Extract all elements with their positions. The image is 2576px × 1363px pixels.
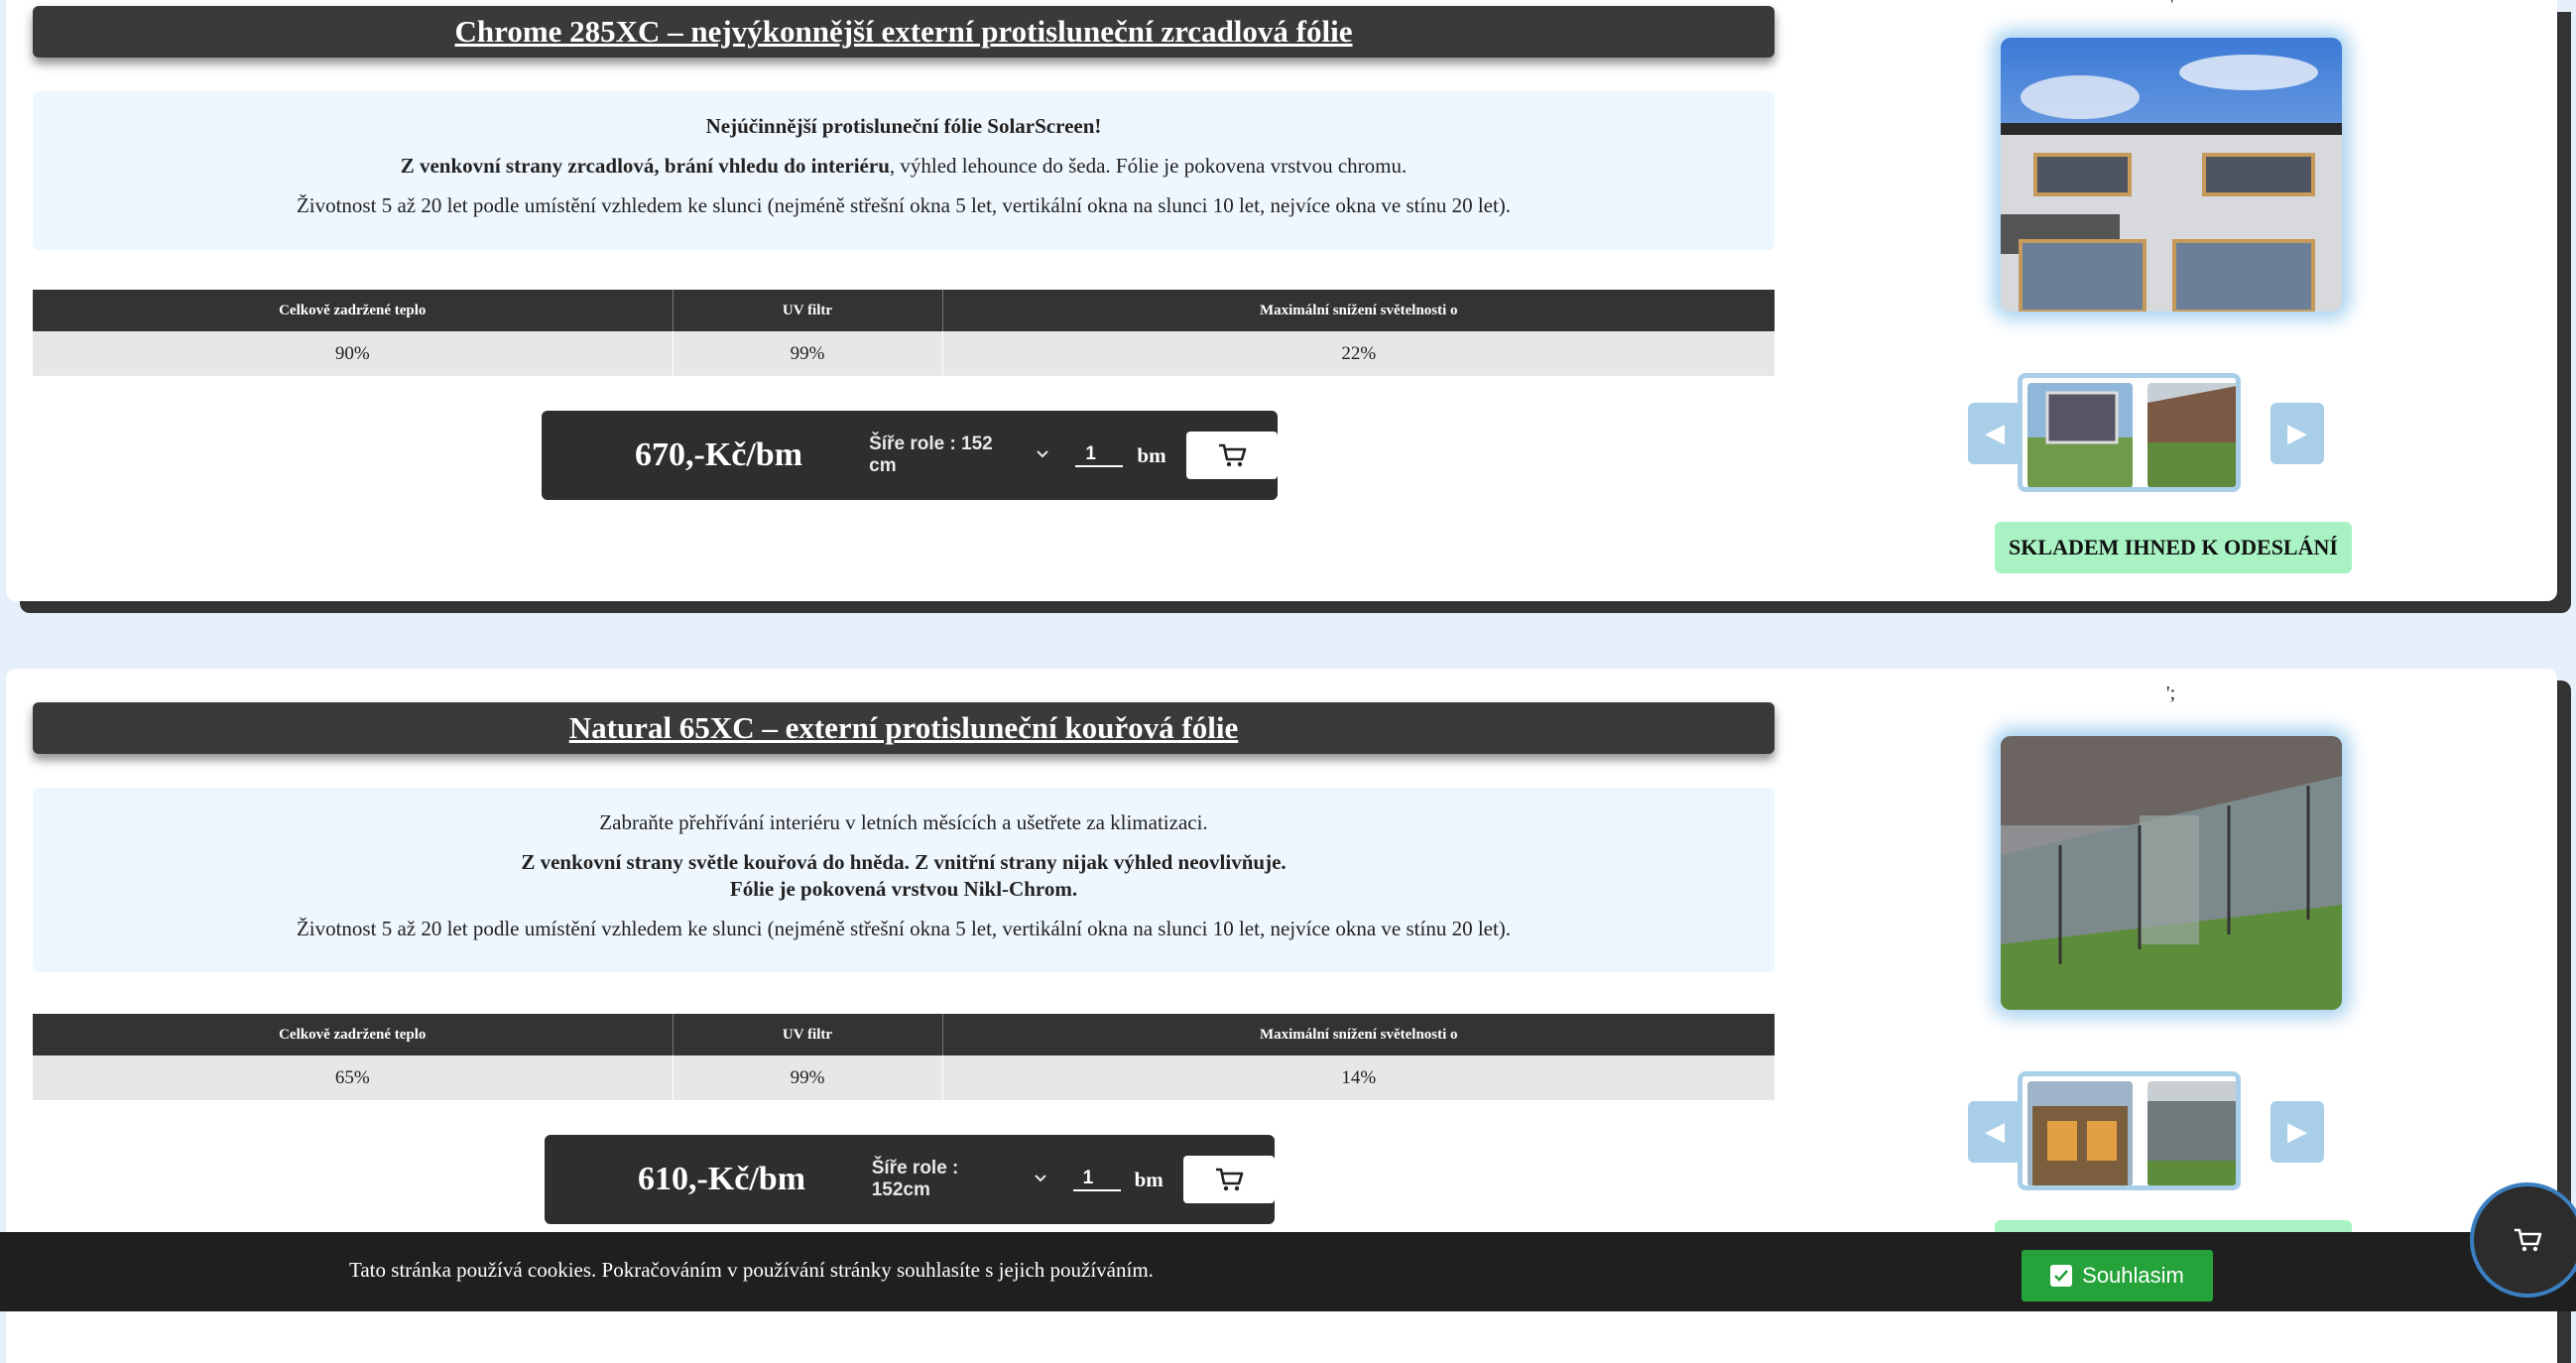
roll-width-value: Šíře role : 152 cm bbox=[869, 434, 993, 476]
spec-table: Celkově zadržené teplo UV filtr Maximáln… bbox=[33, 290, 1775, 376]
cart-icon bbox=[1218, 443, 1247, 467]
gallery-next-button[interactable]: ▶ bbox=[2270, 403, 2324, 464]
arrow-left-icon: ◀ bbox=[1985, 419, 2005, 447]
thumbnail[interactable] bbox=[2027, 1081, 2133, 1185]
spec-value-heat: 65% bbox=[33, 1055, 674, 1100]
product-title-bar: Chrome 285XC – nejvýkonnější externí pro… bbox=[33, 6, 1775, 58]
buy-bar: 670,-Kč/bm Šíře role : 152 cm bm bbox=[542, 411, 1278, 500]
spec-value-light: 14% bbox=[942, 1055, 1775, 1100]
add-to-cart-button[interactable] bbox=[1185, 432, 1278, 479]
description-line-1: Nejúčinnější protisluneční fólie SolarSc… bbox=[705, 114, 1102, 138]
product-main-image[interactable] bbox=[2001, 736, 2342, 1010]
quantity-input[interactable] bbox=[1072, 1168, 1121, 1191]
thumbnail[interactable] bbox=[2147, 383, 2236, 487]
chevron-down-icon bbox=[1036, 446, 1049, 464]
roll-width-value: Šíře role : 152cm bbox=[871, 1158, 959, 1200]
roll-width-select[interactable]: Šíře role : 152 cm bbox=[869, 434, 1049, 477]
description-line-2-bold: Z venkovní strany zrcadlová, brání vhled… bbox=[400, 154, 890, 178]
spec-header-heat: Celkově zadržené teplo bbox=[33, 290, 674, 331]
cookie-text: Tato stránka používá cookies. Pokračován… bbox=[349, 1258, 1154, 1282]
spec-header-uv: UV filtr bbox=[673, 1014, 943, 1055]
floating-cart-button[interactable] bbox=[2470, 1182, 2576, 1298]
roll-width-select[interactable]: Šíře role : 152cm bbox=[872, 1158, 1047, 1201]
spec-value-light: 22% bbox=[942, 331, 1775, 376]
spec-value-uv: 99% bbox=[673, 331, 943, 376]
cart-icon bbox=[1215, 1168, 1244, 1191]
product-description: Nejúčinnější protisluneční fólie SolarSc… bbox=[33, 91, 1775, 250]
product-main-image[interactable] bbox=[2001, 38, 2342, 311]
buy-bar: 610,-Kč/bm Šíře role : 152cm bm bbox=[545, 1135, 1275, 1224]
arrow-left-icon: ◀ bbox=[1985, 1117, 2005, 1146]
spec-header-heat: Celkově zadržené teplo bbox=[33, 1014, 674, 1055]
description-line-2: , výhled lehounce do šeda. Fólie je poko… bbox=[889, 154, 1408, 178]
description-line-2b-bold: Fólie je pokovená vrstvou Nikl-Chrom. bbox=[729, 877, 1078, 901]
quantity-unit: bm bbox=[1134, 1167, 1164, 1191]
spec-header-light: Maximální snížení světelnosti o bbox=[942, 290, 1775, 331]
spec-table: Celkově zadržené teplo UV filtr Maximáln… bbox=[33, 1014, 1775, 1100]
price: 610,-Kč/bm bbox=[638, 1161, 806, 1197]
product-title-bar: Natural 65XC – externí protisluneční kou… bbox=[33, 702, 1775, 754]
gallery-prev-button[interactable]: ◀ bbox=[1968, 403, 2022, 464]
product-title-link[interactable]: Natural 65XC – externí protisluneční kou… bbox=[569, 710, 1239, 746]
spec-value-heat: 90% bbox=[33, 331, 674, 376]
cart-icon bbox=[2515, 1228, 2542, 1252]
stray-mark: ' bbox=[2170, 0, 2174, 16]
cookie-bar: Tato stránka používá cookies. Pokračován… bbox=[0, 1232, 2576, 1311]
product-description: Zabraňte přehřívání interiéru v letních … bbox=[33, 788, 1775, 972]
arrow-right-icon: ▶ bbox=[2287, 1117, 2307, 1146]
spec-header-light: Maximální snížení světelnosti o bbox=[942, 1014, 1775, 1055]
description-line-3: Životnost 5 až 20 let podle umístění vzh… bbox=[296, 193, 1512, 217]
spec-value-uv: 99% bbox=[673, 1055, 943, 1100]
product-title-link[interactable]: Chrome 285XC – nejvýkonnější externí pro… bbox=[455, 14, 1353, 50]
chevron-down-icon bbox=[1034, 1171, 1047, 1188]
check-icon bbox=[2050, 1265, 2073, 1287]
description-line-3: Životnost 5 až 20 let podle umístění vzh… bbox=[296, 917, 1512, 940]
cookie-agree-label: Souhlasim bbox=[2082, 1263, 2184, 1288]
stray-mark: '; bbox=[2166, 682, 2176, 704]
description-line-2-bold: Z venkovní strany světle kouřová do hněd… bbox=[521, 850, 1287, 874]
thumbnail-strip bbox=[2018, 1071, 2241, 1190]
quantity-unit: bm bbox=[1137, 442, 1166, 467]
thumbnail[interactable] bbox=[2027, 383, 2133, 487]
gallery-next-button[interactable]: ▶ bbox=[2270, 1101, 2324, 1163]
description-line-1: Zabraňte přehřívání interiéru v letních … bbox=[599, 810, 1208, 834]
thumbnail[interactable] bbox=[2147, 1081, 2236, 1185]
arrow-right-icon: ▶ bbox=[2287, 419, 2307, 447]
gallery-prev-button[interactable]: ◀ bbox=[1968, 1101, 2022, 1163]
product-card-chrome-285xc: Chrome 285XC – nejvýkonnější externí pro… bbox=[6, 0, 2557, 601]
add-to-cart-button[interactable] bbox=[1182, 1156, 1275, 1203]
cookie-agree-button[interactable]: Souhlasim bbox=[2022, 1250, 2213, 1301]
quantity-input[interactable] bbox=[1075, 443, 1124, 467]
spec-header-uv: UV filtr bbox=[673, 290, 943, 331]
price: 670,-Kč/bm bbox=[635, 436, 803, 473]
thumbnail-strip bbox=[2018, 373, 2241, 492]
stock-badge: SKLADEM IHNED K ODESLÁNÍ bbox=[1995, 522, 2352, 573]
